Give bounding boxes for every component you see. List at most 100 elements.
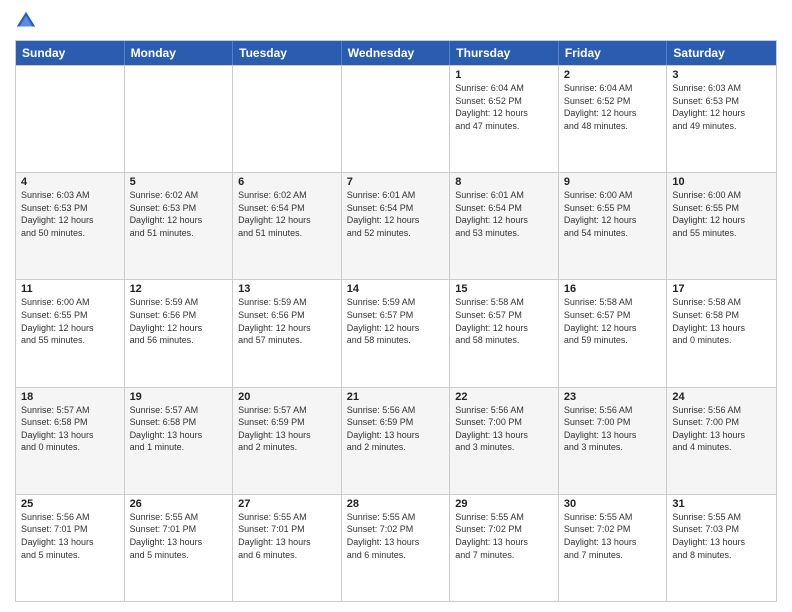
day-info: Sunrise: 5:56 AM Sunset: 7:00 PM Dayligh…	[672, 404, 771, 454]
day-number: 21	[347, 391, 445, 403]
day-number: 20	[238, 391, 336, 403]
day-number: 7	[347, 176, 445, 188]
day-info: Sunrise: 6:01 AM Sunset: 6:54 PM Dayligh…	[455, 189, 553, 239]
calendar-cell-day-15: 15Sunrise: 5:58 AM Sunset: 6:57 PM Dayli…	[450, 280, 559, 386]
day-number: 19	[130, 391, 228, 403]
calendar-cell-day-1: 1Sunrise: 6:04 AM Sunset: 6:52 PM Daylig…	[450, 66, 559, 172]
day-number: 24	[672, 391, 771, 403]
calendar-cell-day-13: 13Sunrise: 5:59 AM Sunset: 6:56 PM Dayli…	[233, 280, 342, 386]
day-info: Sunrise: 5:56 AM Sunset: 7:00 PM Dayligh…	[455, 404, 553, 454]
day-info: Sunrise: 5:59 AM Sunset: 6:56 PM Dayligh…	[130, 296, 228, 346]
logo	[15, 10, 41, 32]
calendar-header-wednesday: Wednesday	[342, 41, 451, 65]
calendar-cell-day-5: 5Sunrise: 6:02 AM Sunset: 6:53 PM Daylig…	[125, 173, 234, 279]
calendar-header-monday: Monday	[125, 41, 234, 65]
day-number: 15	[455, 283, 553, 295]
calendar-header-tuesday: Tuesday	[233, 41, 342, 65]
calendar-cell-day-7: 7Sunrise: 6:01 AM Sunset: 6:54 PM Daylig…	[342, 173, 451, 279]
calendar-week-2: 4Sunrise: 6:03 AM Sunset: 6:53 PM Daylig…	[16, 172, 776, 279]
day-number: 27	[238, 498, 336, 510]
day-number: 10	[672, 176, 771, 188]
calendar-cell-day-29: 29Sunrise: 5:55 AM Sunset: 7:02 PM Dayli…	[450, 495, 559, 601]
day-info: Sunrise: 5:58 AM Sunset: 6:57 PM Dayligh…	[564, 296, 662, 346]
calendar-cell-day-12: 12Sunrise: 5:59 AM Sunset: 6:56 PM Dayli…	[125, 280, 234, 386]
day-number: 26	[130, 498, 228, 510]
header	[15, 10, 777, 32]
day-info: Sunrise: 5:57 AM Sunset: 6:59 PM Dayligh…	[238, 404, 336, 454]
day-number: 5	[130, 176, 228, 188]
day-number: 6	[238, 176, 336, 188]
calendar-cell-empty	[16, 66, 125, 172]
day-number: 23	[564, 391, 662, 403]
day-info: Sunrise: 6:00 AM Sunset: 6:55 PM Dayligh…	[672, 189, 771, 239]
day-number: 13	[238, 283, 336, 295]
day-number: 2	[564, 69, 662, 81]
calendar-cell-day-23: 23Sunrise: 5:56 AM Sunset: 7:00 PM Dayli…	[559, 388, 668, 494]
calendar-header-sunday: Sunday	[16, 41, 125, 65]
day-info: Sunrise: 5:57 AM Sunset: 6:58 PM Dayligh…	[21, 404, 119, 454]
calendar-cell-empty	[342, 66, 451, 172]
day-number: 18	[21, 391, 119, 403]
calendar-week-5: 25Sunrise: 5:56 AM Sunset: 7:01 PM Dayli…	[16, 494, 776, 601]
calendar-cell-day-20: 20Sunrise: 5:57 AM Sunset: 6:59 PM Dayli…	[233, 388, 342, 494]
calendar-week-3: 11Sunrise: 6:00 AM Sunset: 6:55 PM Dayli…	[16, 279, 776, 386]
day-number: 12	[130, 283, 228, 295]
calendar-cell-day-24: 24Sunrise: 5:56 AM Sunset: 7:00 PM Dayli…	[667, 388, 776, 494]
day-info: Sunrise: 6:00 AM Sunset: 6:55 PM Dayligh…	[21, 296, 119, 346]
day-info: Sunrise: 6:00 AM Sunset: 6:55 PM Dayligh…	[564, 189, 662, 239]
day-number: 9	[564, 176, 662, 188]
day-info: Sunrise: 5:55 AM Sunset: 7:02 PM Dayligh…	[564, 511, 662, 561]
day-info: Sunrise: 6:02 AM Sunset: 6:54 PM Dayligh…	[238, 189, 336, 239]
day-number: 16	[564, 283, 662, 295]
day-info: Sunrise: 6:03 AM Sunset: 6:53 PM Dayligh…	[21, 189, 119, 239]
day-info: Sunrise: 6:04 AM Sunset: 6:52 PM Dayligh…	[564, 82, 662, 132]
day-info: Sunrise: 6:02 AM Sunset: 6:53 PM Dayligh…	[130, 189, 228, 239]
day-number: 22	[455, 391, 553, 403]
day-info: Sunrise: 5:58 AM Sunset: 6:58 PM Dayligh…	[672, 296, 771, 346]
calendar-body: 1Sunrise: 6:04 AM Sunset: 6:52 PM Daylig…	[16, 65, 776, 601]
day-info: Sunrise: 5:59 AM Sunset: 6:57 PM Dayligh…	[347, 296, 445, 346]
calendar-header-thursday: Thursday	[450, 41, 559, 65]
day-info: Sunrise: 6:03 AM Sunset: 6:53 PM Dayligh…	[672, 82, 771, 132]
calendar-cell-empty	[233, 66, 342, 172]
calendar-header-saturday: Saturday	[667, 41, 776, 65]
calendar-cell-day-31: 31Sunrise: 5:55 AM Sunset: 7:03 PM Dayli…	[667, 495, 776, 601]
day-number: 3	[672, 69, 771, 81]
calendar-cell-day-8: 8Sunrise: 6:01 AM Sunset: 6:54 PM Daylig…	[450, 173, 559, 279]
day-number: 8	[455, 176, 553, 188]
day-info: Sunrise: 5:55 AM Sunset: 7:03 PM Dayligh…	[672, 511, 771, 561]
day-number: 28	[347, 498, 445, 510]
calendar-cell-day-3: 3Sunrise: 6:03 AM Sunset: 6:53 PM Daylig…	[667, 66, 776, 172]
page: SundayMondayTuesdayWednesdayThursdayFrid…	[0, 0, 792, 612]
calendar-cell-day-28: 28Sunrise: 5:55 AM Sunset: 7:02 PM Dayli…	[342, 495, 451, 601]
calendar-cell-day-30: 30Sunrise: 5:55 AM Sunset: 7:02 PM Dayli…	[559, 495, 668, 601]
day-info: Sunrise: 6:04 AM Sunset: 6:52 PM Dayligh…	[455, 82, 553, 132]
calendar-cell-day-14: 14Sunrise: 5:59 AM Sunset: 6:57 PM Dayli…	[342, 280, 451, 386]
day-info: Sunrise: 5:55 AM Sunset: 7:02 PM Dayligh…	[347, 511, 445, 561]
calendar-cell-day-27: 27Sunrise: 5:55 AM Sunset: 7:01 PM Dayli…	[233, 495, 342, 601]
calendar-cell-day-11: 11Sunrise: 6:00 AM Sunset: 6:55 PM Dayli…	[16, 280, 125, 386]
calendar-week-1: 1Sunrise: 6:04 AM Sunset: 6:52 PM Daylig…	[16, 65, 776, 172]
calendar-cell-day-10: 10Sunrise: 6:00 AM Sunset: 6:55 PM Dayli…	[667, 173, 776, 279]
day-info: Sunrise: 6:01 AM Sunset: 6:54 PM Dayligh…	[347, 189, 445, 239]
day-info: Sunrise: 5:55 AM Sunset: 7:01 PM Dayligh…	[238, 511, 336, 561]
calendar-cell-day-2: 2Sunrise: 6:04 AM Sunset: 6:52 PM Daylig…	[559, 66, 668, 172]
day-number: 11	[21, 283, 119, 295]
calendar-cell-day-9: 9Sunrise: 6:00 AM Sunset: 6:55 PM Daylig…	[559, 173, 668, 279]
day-number: 30	[564, 498, 662, 510]
calendar-cell-day-26: 26Sunrise: 5:55 AM Sunset: 7:01 PM Dayli…	[125, 495, 234, 601]
day-info: Sunrise: 5:58 AM Sunset: 6:57 PM Dayligh…	[455, 296, 553, 346]
calendar-cell-day-19: 19Sunrise: 5:57 AM Sunset: 6:58 PM Dayli…	[125, 388, 234, 494]
day-info: Sunrise: 5:59 AM Sunset: 6:56 PM Dayligh…	[238, 296, 336, 346]
day-number: 1	[455, 69, 553, 81]
calendar-cell-day-22: 22Sunrise: 5:56 AM Sunset: 7:00 PM Dayli…	[450, 388, 559, 494]
calendar-header-friday: Friday	[559, 41, 668, 65]
day-info: Sunrise: 5:57 AM Sunset: 6:58 PM Dayligh…	[130, 404, 228, 454]
calendar-cell-day-6: 6Sunrise: 6:02 AM Sunset: 6:54 PM Daylig…	[233, 173, 342, 279]
calendar-cell-empty	[125, 66, 234, 172]
calendar-cell-day-17: 17Sunrise: 5:58 AM Sunset: 6:58 PM Dayli…	[667, 280, 776, 386]
calendar: SundayMondayTuesdayWednesdayThursdayFrid…	[15, 40, 777, 602]
calendar-header: SundayMondayTuesdayWednesdayThursdayFrid…	[16, 41, 776, 65]
day-info: Sunrise: 5:56 AM Sunset: 7:00 PM Dayligh…	[564, 404, 662, 454]
day-number: 29	[455, 498, 553, 510]
